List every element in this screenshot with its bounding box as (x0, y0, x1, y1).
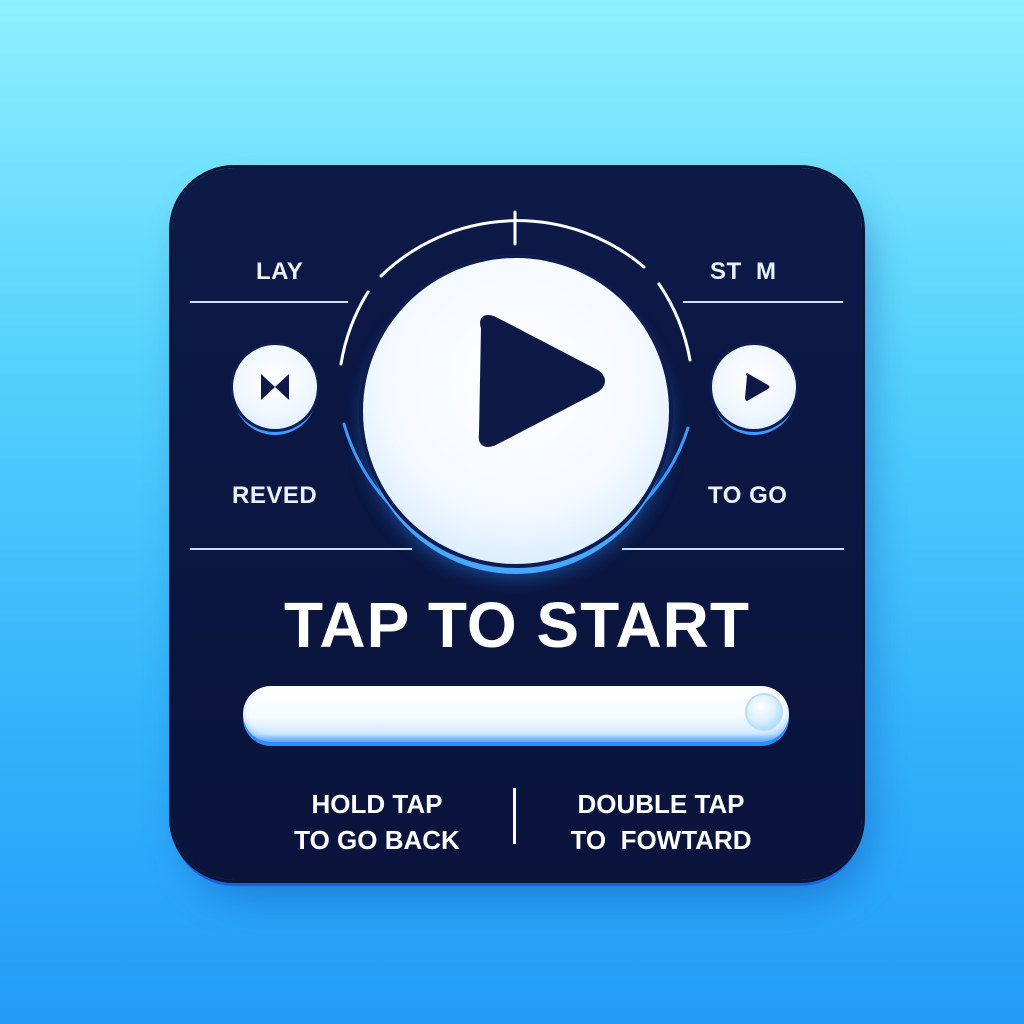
hint-divider (513, 788, 516, 844)
main-play-button[interactable] (363, 258, 669, 564)
double-tap-hint-line2: TO FOWTARD (570, 825, 752, 855)
progress-knob[interactable] (747, 695, 781, 729)
tap-to-start-title: TAP TO START (284, 589, 750, 661)
hold-tap-hint: HOLD TAP TO GO BACK (282, 786, 472, 858)
forward-label: TO GO (708, 482, 788, 509)
play-icon (478, 315, 605, 447)
hold-tap-hint-line2: TO GO BACK (294, 825, 460, 855)
top-left-label: LAY (256, 258, 304, 285)
double-tap-hint-line1: DOUBLE TAP (577, 789, 745, 819)
rewind-button[interactable] (233, 345, 317, 429)
double-tap-hint: DOUBLE TAP TO FOWTARD (556, 786, 766, 858)
progress-bar[interactable] (243, 686, 789, 742)
rewind-icon (261, 374, 289, 400)
play-icon (745, 373, 770, 401)
hold-tap-hint-line1: HOLD TAP (311, 789, 443, 819)
top-right-label: ST M (710, 258, 777, 285)
rewind-label: REVED (232, 482, 318, 509)
forward-button[interactable] (712, 345, 796, 429)
divider-top-left (190, 301, 348, 303)
divider-top-right (683, 301, 843, 303)
